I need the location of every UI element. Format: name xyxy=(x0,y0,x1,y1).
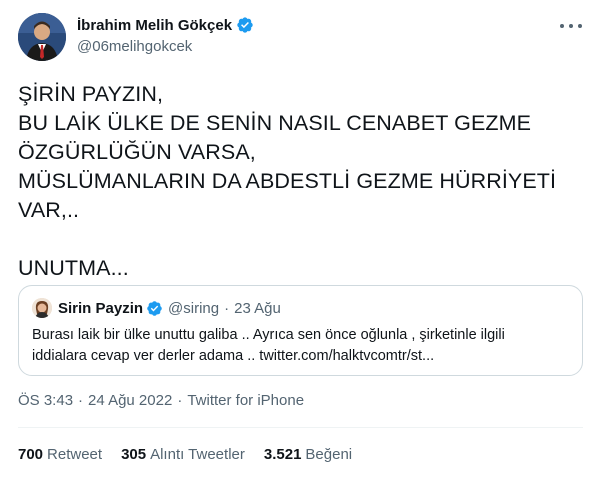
more-dot xyxy=(569,24,573,28)
tweet-date-link[interactable]: 24 Ağu 2022 xyxy=(88,392,172,409)
quoted-tweet-line: Burası laik bir ülke unuttu galiba .. Ay… xyxy=(32,327,505,343)
more-dot xyxy=(560,24,564,28)
quoted-tweet-text: Burası laik bir ülke unuttu galiba .. Ay… xyxy=(32,325,572,367)
tweet-line: ÖZGÜRLÜĞÜN VARSA, xyxy=(18,140,256,164)
quoted-tweet-header: Sirin Payzin @siring · 23 Ağu xyxy=(32,298,281,318)
author-name-row: İbrahim Melih Gökçek xyxy=(77,16,254,34)
quoted-author-name: Sirin Payzin xyxy=(58,299,144,317)
quote-tweets-stat[interactable]: 305 Alıntı Tweetler xyxy=(121,446,245,463)
tweet-line: ŞİRİN PAYZIN, xyxy=(18,82,164,106)
verified-badge-icon xyxy=(147,300,162,316)
tweet-line: UNUTMA... xyxy=(18,256,129,280)
more-options-icon[interactable] xyxy=(560,19,582,33)
author-avatar[interactable] xyxy=(18,13,66,61)
author-display-name[interactable]: İbrahim Melih Gökçek xyxy=(77,17,232,34)
person-avatar-icon xyxy=(18,13,66,61)
tweet-line: BU LAİK ÜLKE DE SENİN NASIL CENABET GEZM… xyxy=(18,111,532,135)
separator-dot: · xyxy=(78,392,84,409)
person-avatar-icon xyxy=(32,298,52,318)
divider xyxy=(18,427,583,428)
retweets-count: 700 xyxy=(18,446,44,463)
tweet-line: MÜSLÜMANLARIN DA ABDESTLİ GEZME HÜRRİYET… xyxy=(18,169,557,193)
quoted-author-handle: @siring xyxy=(168,299,220,317)
likes-stat[interactable]: 3.521 Beğeni xyxy=(264,446,352,463)
tweet-meta: ÖS 3:43 · 24 Ağu 2022 · Twitter for iPho… xyxy=(18,392,304,409)
quoted-tweet-line: iddialara cevap ver derler adama .. twit… xyxy=(32,348,435,364)
author-handle[interactable]: @06melihgokcek xyxy=(77,38,192,55)
likes-count: 3.521 xyxy=(263,446,302,463)
retweets-label: Retweet xyxy=(47,446,103,463)
retweets-stat[interactable]: 700 Retweet xyxy=(18,446,102,463)
quoted-tweet[interactable]: Sirin Payzin @siring · 23 Ağu Burası lai… xyxy=(18,285,583,376)
quoted-tweet-date: 23 Ağu xyxy=(234,299,281,317)
separator-dot: · xyxy=(177,392,183,409)
tweet-line: VAR,.. xyxy=(18,198,80,222)
tweet-line xyxy=(18,225,578,254)
likes-label: Beğeni xyxy=(305,446,353,463)
separator-dot: · xyxy=(224,299,230,317)
quote-tweets-label: Alıntı Tweetler xyxy=(150,446,245,463)
tweet-stats: 700 Retweet 305 Alıntı Tweetler 3.521 Be… xyxy=(18,446,371,463)
quote-tweets-count: 305 xyxy=(121,446,147,463)
more-dot xyxy=(578,24,582,28)
verified-badge-icon xyxy=(237,17,253,33)
tweet-text: ŞİRİN PAYZIN, BU LAİK ÜLKE DE SENİN NASI… xyxy=(18,80,578,283)
tweet-header: İbrahim Melih Gökçek @06melihgokcek xyxy=(18,11,586,61)
quoted-author-avatar xyxy=(32,298,52,318)
tweet-time-link[interactable]: ÖS 3:43 xyxy=(18,392,73,409)
tweet-source-link[interactable]: Twitter for iPhone xyxy=(187,392,304,409)
